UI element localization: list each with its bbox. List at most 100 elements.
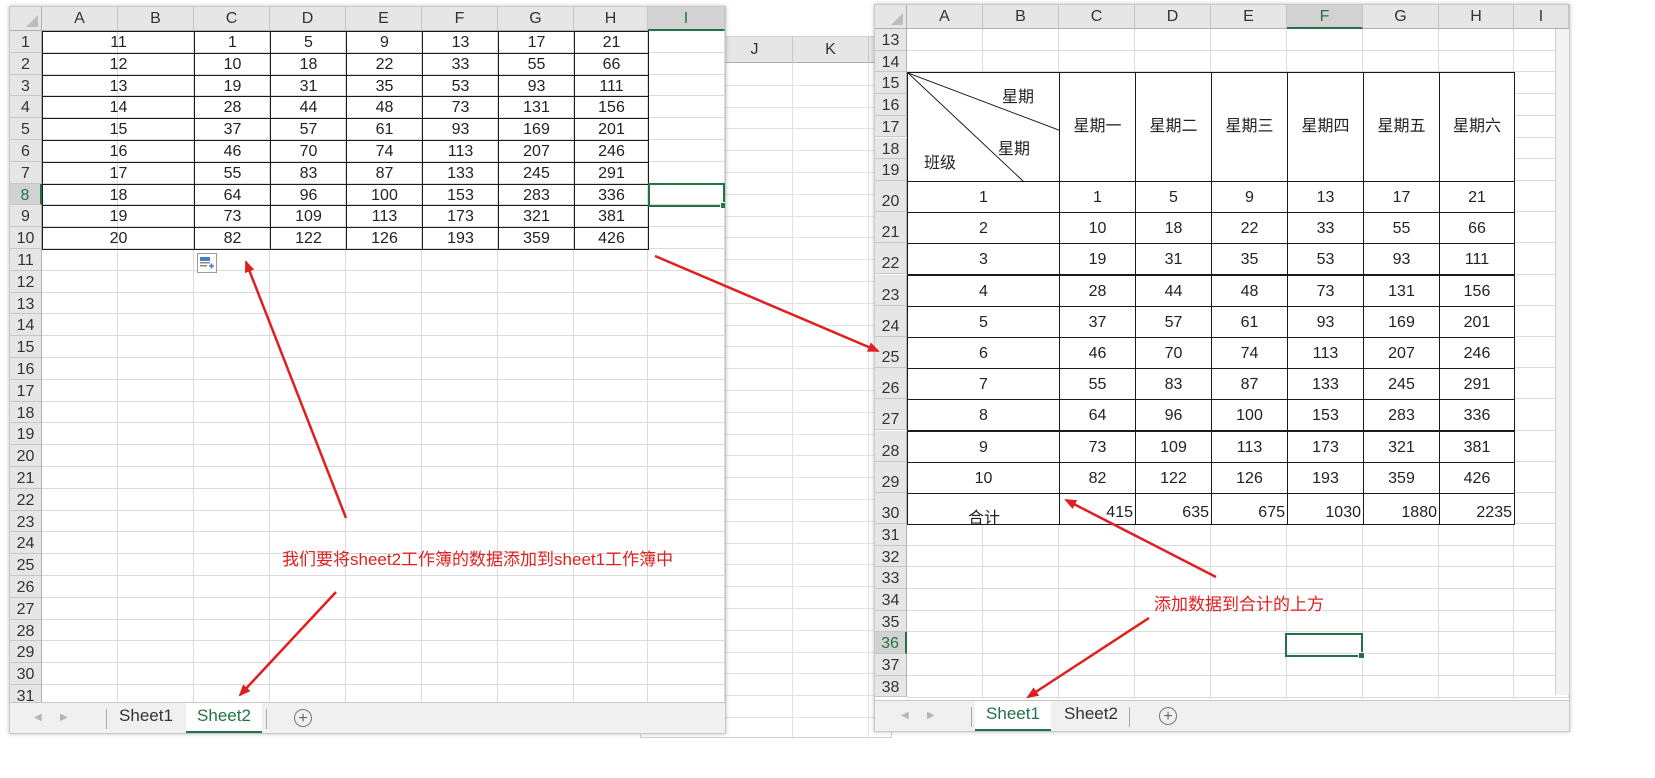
row-header[interactable]: 22 <box>10 488 42 511</box>
row-header[interactable]: 6 <box>10 140 42 162</box>
gridline <box>717 477 891 479</box>
column-header[interactable]: C <box>194 7 270 31</box>
column-header[interactable]: G <box>1363 5 1439 29</box>
gridline <box>717 586 891 588</box>
row-header[interactable]: 28 <box>10 619 42 642</box>
vertical-scrollbar[interactable] <box>1555 29 1569 695</box>
gridline <box>717 608 891 609</box>
row-header[interactable]: 13 <box>875 29 907 51</box>
row-header[interactable]: 27 <box>10 597 42 620</box>
column-header[interactable]: I <box>1514 5 1569 29</box>
row-header[interactable]: 21 <box>10 467 42 489</box>
row-header[interactable]: 27 <box>875 399 907 431</box>
column-header[interactable]: C <box>1059 5 1135 29</box>
select-all-corner[interactable] <box>875 5 907 29</box>
select-all-corner[interactable] <box>10 7 42 31</box>
row-header[interactable]: 16 <box>10 358 42 380</box>
column-header[interactable]: D <box>270 7 346 31</box>
right-workbook-window: 星期 星期 班级 星期一 星期二 星期三 星期四 星期五 星期六 1 1 5 9 13 17 21 2 10 18 2… <box>874 4 1570 732</box>
column-header[interactable]: E <box>346 7 422 31</box>
row-header[interactable]: 5 <box>10 118 42 140</box>
gridline <box>717 433 891 435</box>
row-header[interactable]: 23 <box>875 274 907 306</box>
row-header[interactable]: 7 <box>10 161 42 184</box>
row-header[interactable]: 14 <box>10 314 42 337</box>
row-header[interactable]: 20 <box>875 180 907 213</box>
row-header[interactable]: 4 <box>10 96 42 119</box>
gridline <box>717 281 891 282</box>
right-tab-scroll-right-icon[interactable]: ▶ <box>927 710 935 721</box>
row-header[interactable]: 36 <box>875 632 907 655</box>
column-header[interactable]: D <box>1135 5 1211 29</box>
row-header[interactable]: 19 <box>875 159 907 181</box>
row-header[interactable]: 3 <box>10 74 42 97</box>
row-header[interactable]: 25 <box>875 336 907 369</box>
row-header[interactable]: 13 <box>10 292 42 315</box>
row-header[interactable]: 18 <box>10 401 42 424</box>
column-header[interactable]: E <box>1211 5 1287 29</box>
right-active-cell[interactable] <box>1285 633 1365 659</box>
left-tab-sheet1[interactable]: Sheet1 <box>110 703 182 733</box>
row-header[interactable]: 26 <box>875 368 907 400</box>
row-header[interactable]: 24 <box>10 532 42 555</box>
column-header[interactable]: A <box>42 7 118 31</box>
row-header[interactable]: 23 <box>10 510 42 533</box>
column-header[interactable]: H <box>1439 5 1514 29</box>
column-header[interactable]: B <box>118 7 194 31</box>
row-header[interactable]: 37 <box>875 654 907 676</box>
column-header[interactable]: G <box>498 7 574 31</box>
left-tab-sheet2[interactable]: Sheet2 <box>186 703 262 733</box>
gridline <box>717 106 891 108</box>
row-header[interactable]: 12 <box>10 270 42 293</box>
row-header[interactable]: 29 <box>10 641 42 664</box>
row-header[interactable]: 30 <box>10 663 42 685</box>
row-header[interactable]: 9 <box>10 205 42 228</box>
row-header[interactable]: 17 <box>10 379 42 402</box>
column-header[interactable]: B <box>983 5 1059 29</box>
row-header[interactable]: 24 <box>875 305 907 337</box>
row-header[interactable]: 18 <box>875 137 907 160</box>
right-tab-sheet2[interactable]: Sheet2 <box>1055 701 1127 731</box>
row-header[interactable]: 19 <box>10 423 42 446</box>
tab-separator <box>106 709 107 729</box>
column-header[interactable]: A <box>907 5 983 29</box>
column-header[interactable]: I <box>648 7 725 31</box>
row-header[interactable]: 31 <box>875 523 907 546</box>
column-header[interactable]: F <box>422 7 498 31</box>
row-header[interactable]: 15 <box>10 336 42 358</box>
row-header[interactable]: 28 <box>875 430 907 462</box>
row-header[interactable]: 11 <box>10 249 42 271</box>
row-header[interactable]: 38 <box>875 675 907 698</box>
row-header[interactable]: 1 <box>10 31 42 53</box>
row-header[interactable]: 2 <box>10 52 42 75</box>
row-header[interactable]: 25 <box>10 554 42 576</box>
row-header[interactable]: 30 <box>875 492 907 524</box>
row-header[interactable]: 14 <box>875 50 907 73</box>
row-header[interactable]: 32 <box>875 545 907 568</box>
right-tab-scroll-left-icon[interactable]: ◀ <box>901 710 909 721</box>
row-header[interactable]: 35 <box>875 610 907 633</box>
left-tab-scroll-left-icon[interactable]: ◀ <box>34 712 42 723</box>
row-header[interactable]: 15 <box>875 72 907 95</box>
row-header[interactable]: 17 <box>875 115 907 138</box>
left-active-cell[interactable] <box>648 183 725 209</box>
gridline <box>717 215 891 217</box>
gridline <box>717 237 891 239</box>
paste-options-icon[interactable] <box>197 253 217 273</box>
row-header[interactable]: 21 <box>875 212 907 244</box>
right-add-sheet-icon[interactable]: + <box>1159 707 1177 725</box>
row-header[interactable]: 34 <box>875 589 907 611</box>
left-add-sheet-icon[interactable]: + <box>294 709 312 727</box>
row-header[interactable]: 8 <box>10 183 42 206</box>
right-tab-sheet1[interactable]: Sheet1 <box>975 701 1051 731</box>
left-tab-scroll-right-icon[interactable]: ▶ <box>60 712 68 723</box>
row-header[interactable]: 16 <box>875 94 907 116</box>
row-header[interactable]: 26 <box>10 576 42 598</box>
column-header[interactable]: F <box>1287 5 1363 29</box>
row-header[interactable]: 20 <box>10 445 42 467</box>
row-header[interactable]: 10 <box>10 227 42 249</box>
column-header[interactable]: H <box>574 7 648 31</box>
row-header[interactable]: 29 <box>875 461 907 493</box>
row-header[interactable]: 22 <box>875 243 907 275</box>
row-header[interactable]: 33 <box>875 567 907 589</box>
